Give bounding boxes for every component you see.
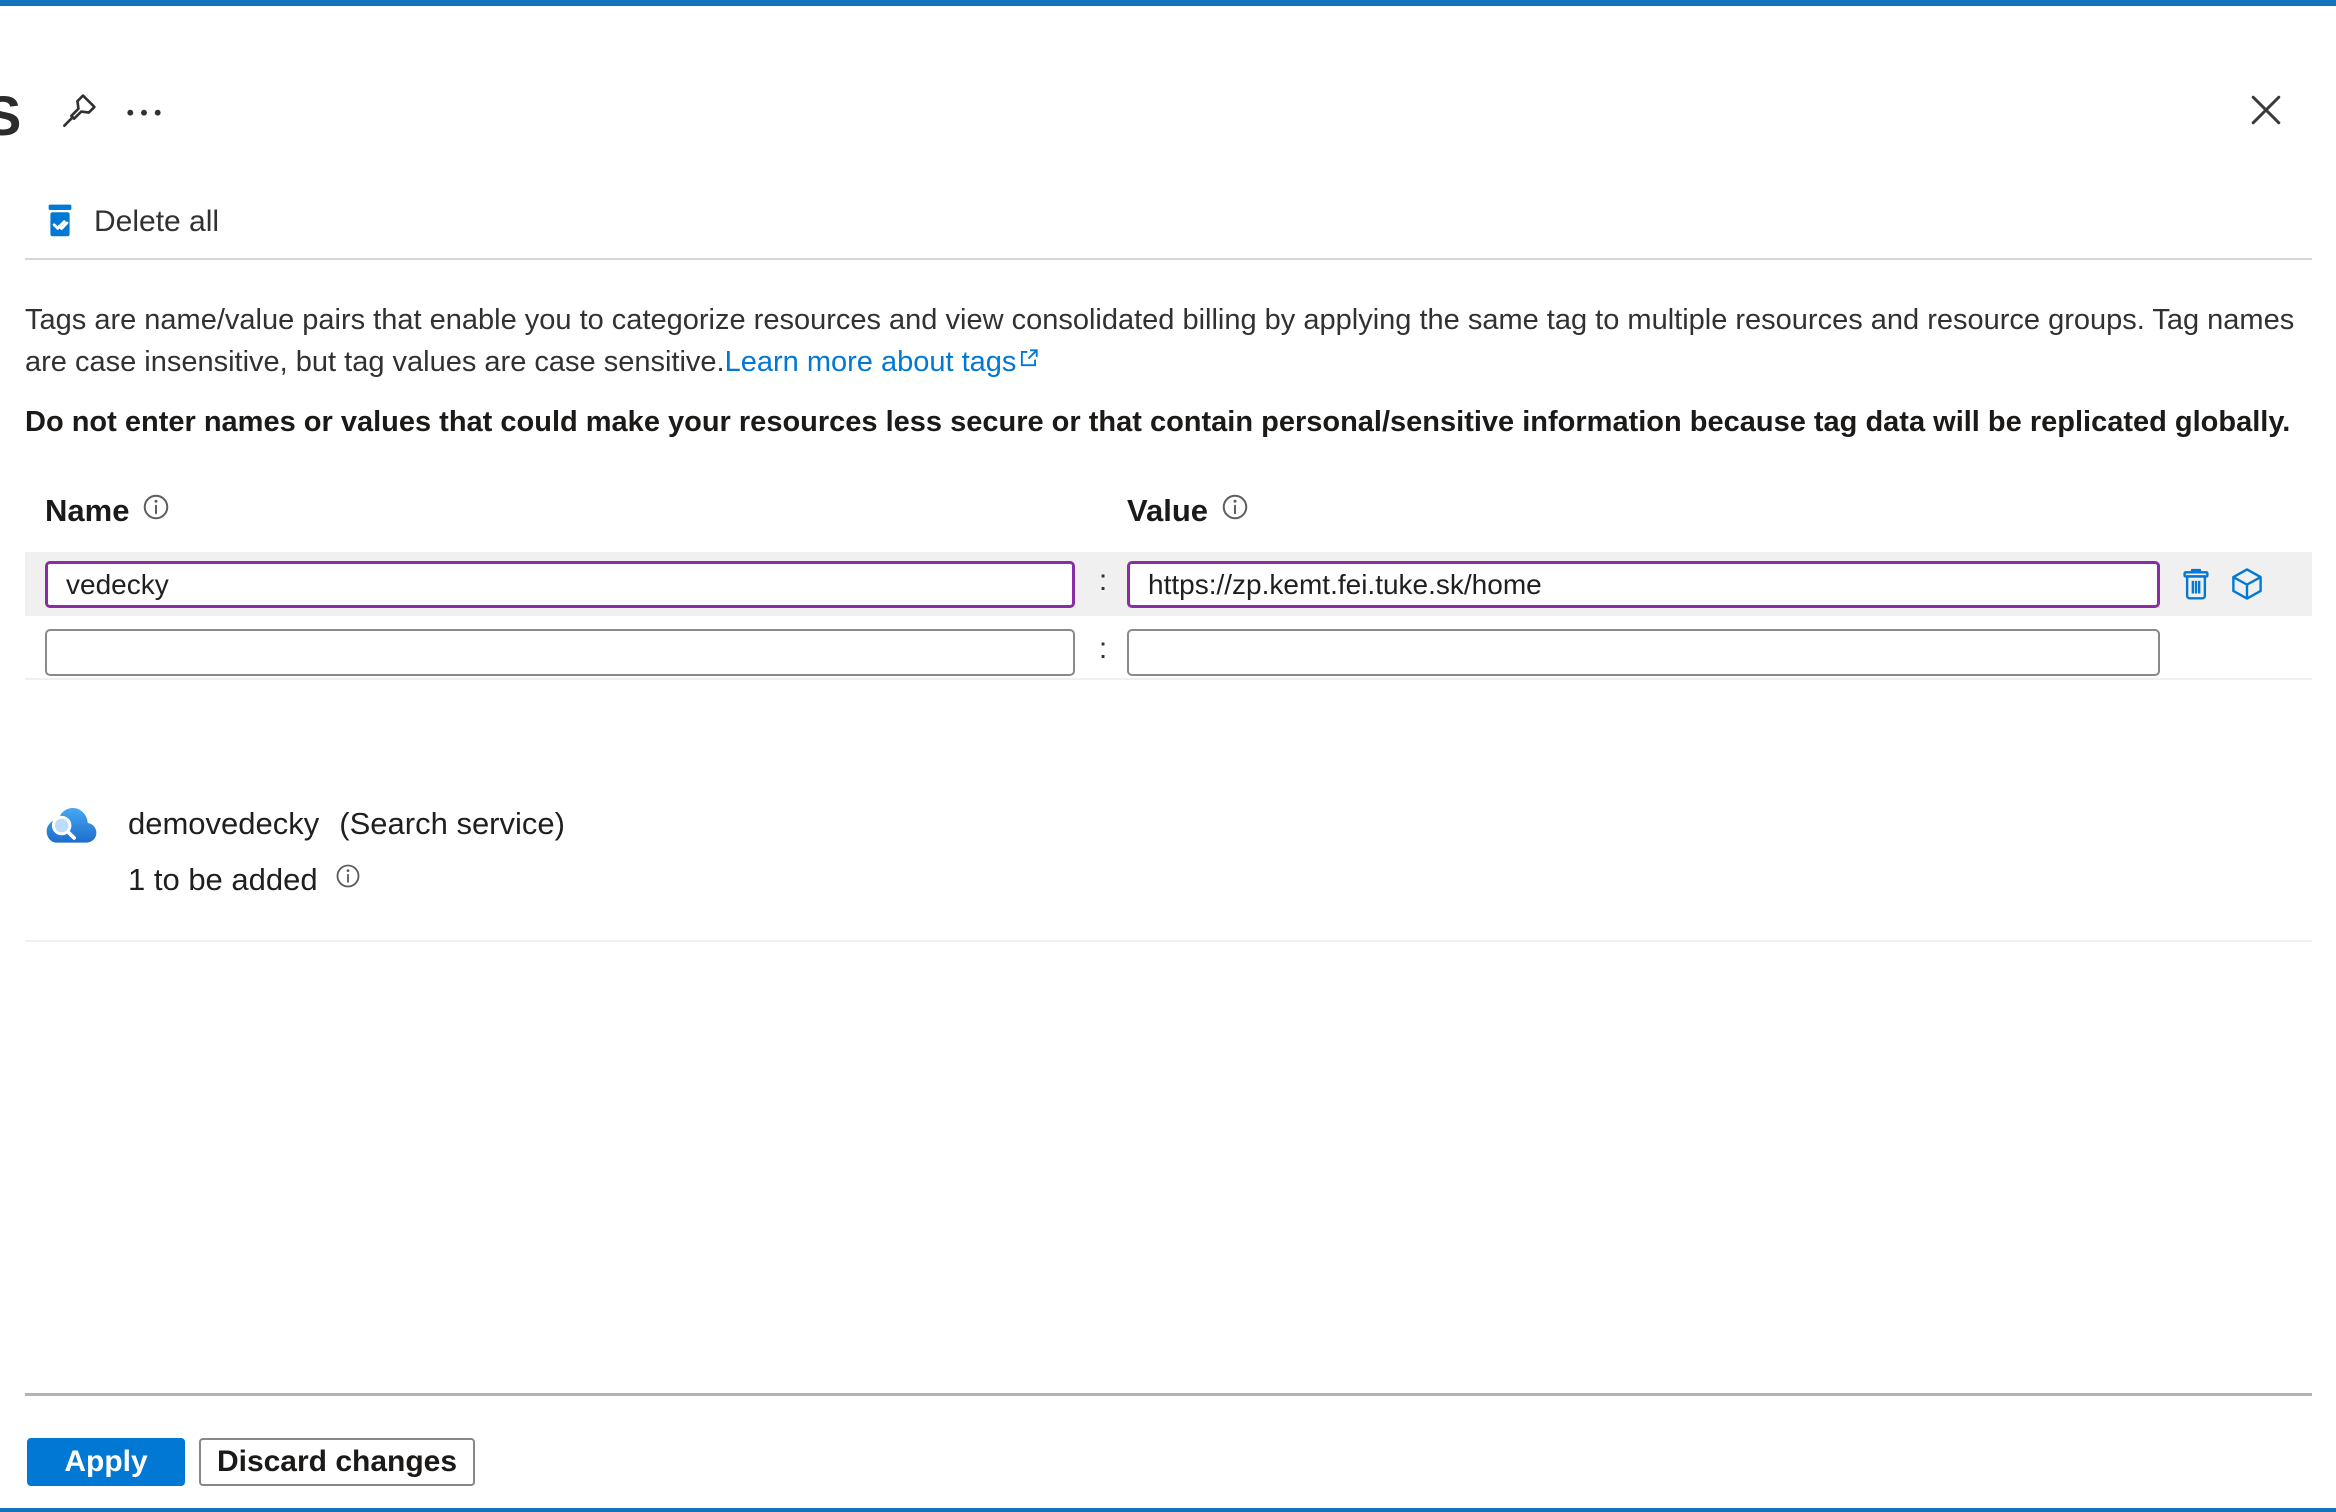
resource-status: 1 to be added [128, 862, 318, 897]
tag-name-input[interactable] [45, 561, 1075, 608]
resource-divider [25, 940, 2312, 942]
value-column-header: Value [1127, 493, 1208, 528]
delete-tag-icon[interactable] [2177, 565, 2215, 608]
column-headers: Name Value [0, 492, 2336, 536]
discard-changes-button[interactable]: Discard changes [199, 1438, 475, 1486]
external-link-icon [1018, 340, 1040, 380]
tag-row: : [25, 552, 2312, 616]
tag-value-input-empty[interactable] [1127, 629, 2160, 676]
footer-actions: Apply Discard changes [27, 1438, 475, 1486]
tag-row-empty: : [25, 620, 2312, 684]
status-info-icon[interactable] [334, 862, 362, 898]
tag-value-input[interactable] [1127, 561, 2160, 608]
resource-name: demovedecky [128, 806, 320, 841]
name-value-separator: : [1098, 632, 1108, 665]
panel-title-partial: S [0, 84, 22, 147]
resource-type: (Search service) [339, 806, 565, 841]
name-column-header: Name [45, 493, 130, 528]
name-value-separator: : [1098, 564, 1108, 597]
name-info-icon[interactable] [141, 492, 171, 530]
tags-description-text: Tags are name/value pairs that enable yo… [25, 304, 2295, 378]
panel-header: S [0, 84, 2336, 154]
tag-name-input-empty[interactable] [45, 629, 1075, 676]
resource-summary: demovedecky (Search service) 1 to be add… [42, 800, 565, 898]
delete-all-icon [44, 201, 76, 244]
value-info-icon[interactable] [1220, 492, 1250, 530]
learn-more-link[interactable]: Learn more about tags [725, 346, 1017, 378]
security-warning-text: Do not enter names or values that could … [25, 406, 2291, 438]
rows-divider [25, 678, 2312, 680]
pin-icon[interactable] [58, 90, 100, 137]
close-icon[interactable] [2244, 88, 2288, 137]
delete-all-label: Delete all [94, 205, 220, 238]
top-accent-bar [0, 0, 2336, 6]
resource-cube-icon[interactable] [2227, 565, 2267, 608]
bottom-accent-bar [0, 1508, 2336, 1512]
toolbar-divider [25, 258, 2312, 260]
footer-divider [25, 1393, 2312, 1396]
ellipsis-menu-icon[interactable] [120, 90, 168, 137]
delete-all-button[interactable]: Delete all [44, 198, 219, 246]
search-service-icon [42, 800, 100, 848]
tags-description: Tags are name/value pairs that enable yo… [25, 300, 2315, 382]
apply-button[interactable]: Apply [27, 1438, 185, 1486]
